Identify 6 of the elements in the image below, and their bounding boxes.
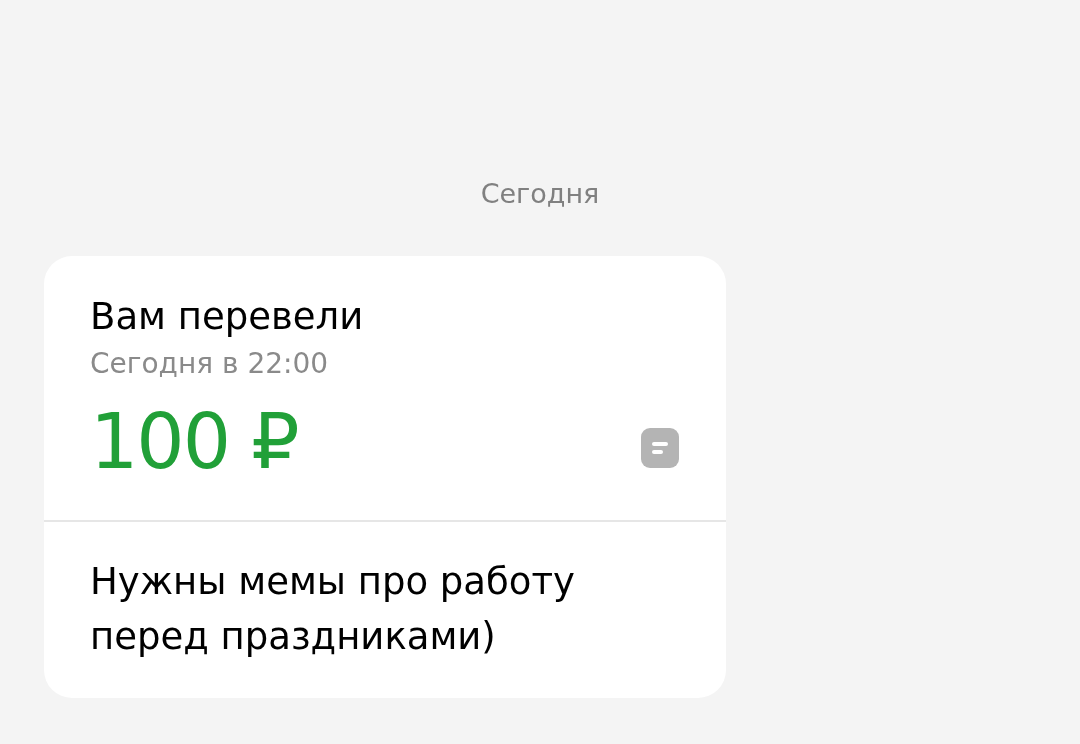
transfer-card[interactable]: Вам перевели Сегодня в 22:00 100 ₽ Нужны мемы про работу перед праздниками) xyxy=(44,256,726,698)
transfer-title: Вам перевели xyxy=(90,294,365,340)
transfer-amount: 100 ₽ xyxy=(90,396,298,488)
date-header: Сегодня xyxy=(480,177,600,211)
transfer-time: Сегодня в 22:00 xyxy=(90,346,330,382)
transfer-message: Нужны мемы про работу перед праздниками) xyxy=(90,559,576,660)
